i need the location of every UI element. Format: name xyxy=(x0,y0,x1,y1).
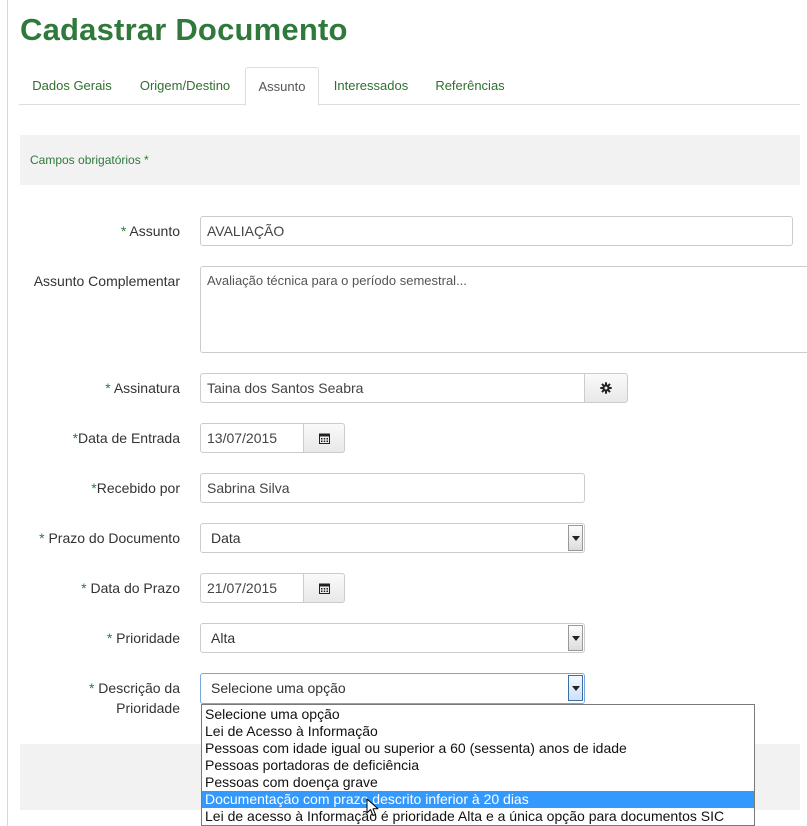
data-entrada-label: *Data de Entrada xyxy=(72,430,180,446)
dropdown-option[interactable]: Pessoas portadoras de deficiência xyxy=(202,757,754,774)
tab-bar: Dados Gerais Origem/Destino Assunto Inte… xyxy=(19,67,800,106)
mouse-cursor-icon xyxy=(366,798,379,816)
prioridade-label: * Prioridade xyxy=(106,630,180,646)
data-prazo-calendar-button[interactable] xyxy=(303,573,345,603)
assinatura-settings-button[interactable] xyxy=(584,373,628,403)
data-prazo-input[interactable]: 21/07/2015 xyxy=(200,573,305,603)
recebido-por-label: *Recebido por xyxy=(91,480,180,496)
required-fields-banner: Campos obrigatórios * xyxy=(20,135,800,185)
assunto-complementar-textarea[interactable]: Avaliação técnica para o período semestr… xyxy=(200,266,807,353)
prioridade-select[interactable]: Alta xyxy=(200,623,585,653)
page-title: Cadastrar Documento xyxy=(20,12,348,47)
descricao-prioridade-label-line2: Prioridade xyxy=(116,700,180,716)
chevron-down-icon xyxy=(568,525,583,551)
assunto-complementar-label: Assunto Complementar xyxy=(33,273,180,289)
calendar-icon xyxy=(318,433,330,444)
data-entrada-calendar-button[interactable] xyxy=(303,423,345,453)
dropdown-option-highlighted[interactable]: Documentação com prazo descrito inferior… xyxy=(202,791,754,808)
recebido-por-input[interactable]: Sabrina Silva xyxy=(200,473,585,503)
tab-origem-destino[interactable]: Origem/Destino xyxy=(125,67,245,105)
tab-assunto[interactable]: Assunto xyxy=(245,67,319,106)
chevron-down-icon xyxy=(568,675,583,701)
assinatura-input[interactable]: Taina dos Santos Seabra xyxy=(200,373,586,403)
prioridade-value: Alta xyxy=(211,630,236,646)
dropdown-option[interactable]: Selecione uma opção xyxy=(202,706,754,723)
prazo-documento-value: Data xyxy=(211,530,241,546)
dropdown-option[interactable]: Pessoas com doença grave xyxy=(202,774,754,791)
prazo-documento-select[interactable]: Data xyxy=(200,523,585,553)
data-prazo-label: * Data do Prazo xyxy=(81,580,180,596)
data-entrada-input[interactable]: 13/07/2015 xyxy=(200,423,305,453)
chevron-down-icon xyxy=(568,625,583,651)
descricao-prioridade-value: Selecione uma opção xyxy=(211,680,346,696)
tab-referencias[interactable]: Referências xyxy=(423,67,517,105)
tab-dados-gerais[interactable]: Dados Gerais xyxy=(19,67,125,105)
dropdown-option[interactable]: Pessoas com idade igual ou superior a 60… xyxy=(202,740,754,757)
descricao-prioridade-label: * Descrição da xyxy=(88,680,180,696)
assunto-label: * Assunto xyxy=(120,223,180,239)
assinatura-label: * Assinatura xyxy=(105,380,180,396)
tab-interessados[interactable]: Interessados xyxy=(319,67,423,105)
dropdown-option[interactable]: Lei de acesso à Informação é prioridade … xyxy=(202,808,754,825)
required-fields-note: Campos obrigatórios * xyxy=(30,153,149,167)
calendar-icon xyxy=(318,583,330,594)
descricao-prioridade-select[interactable]: Selecione uma opção xyxy=(200,673,585,704)
gear-icon xyxy=(600,382,612,394)
descricao-prioridade-dropdown-list: Selecione uma opção Lei de Acesso à Info… xyxy=(201,704,755,826)
prazo-documento-label: * Prazo do Documento xyxy=(39,530,180,546)
assunto-input[interactable]: AVALIAÇÃO xyxy=(200,216,793,246)
dropdown-option[interactable]: Lei de Acesso à Informação xyxy=(202,723,754,740)
